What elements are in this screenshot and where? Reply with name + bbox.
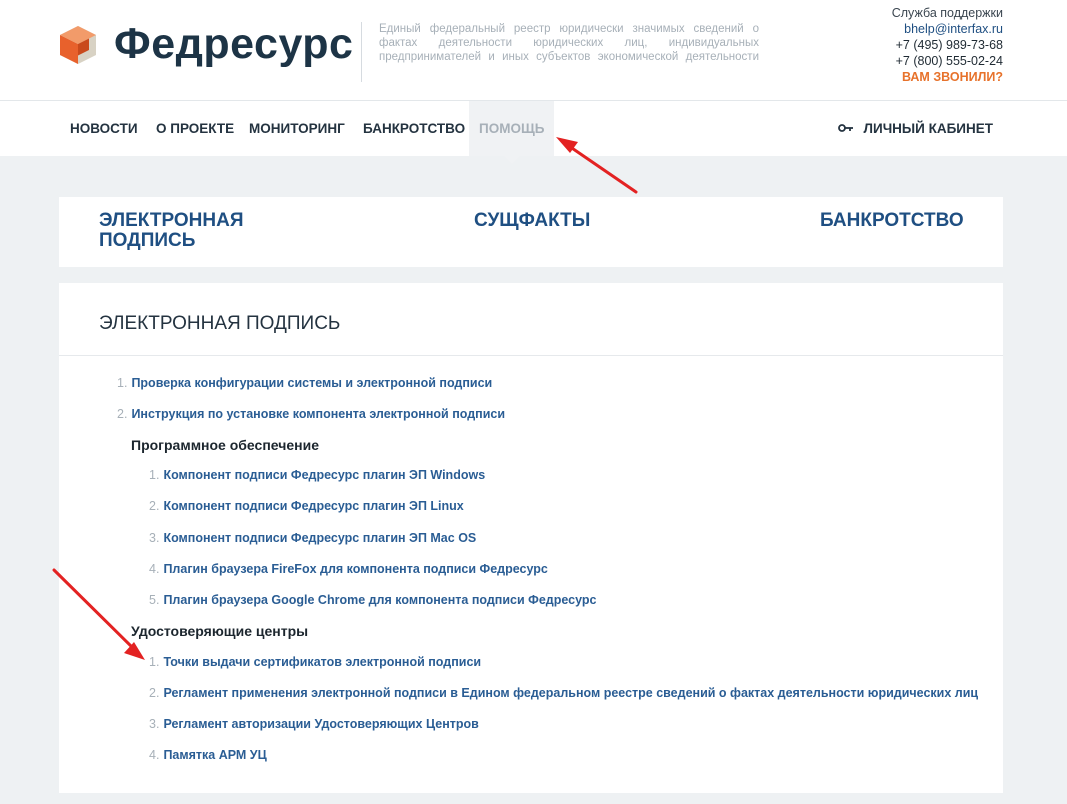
list-link[interactable]: Инструкция по установке компонента элект… (131, 407, 505, 421)
list-number: 2. (149, 499, 160, 513)
support-phone-1[interactable]: +7 (495) 989-73-68 (892, 37, 1003, 53)
nav-item-news[interactable]: НОВОСТИ (70, 101, 138, 156)
list-number: 3. (149, 717, 160, 731)
nav-item-about[interactable]: О ПРОЕКТЕ (156, 101, 234, 156)
help-categories: ЭЛЕКТРОННАЯ ПОДПИСЬ СУЩФАКТЫ БАНКРОТСТВО (59, 197, 1003, 267)
ca-heading: Удостоверяющие центры (131, 623, 309, 639)
category-e-signature[interactable]: ЭЛЕКТРОННАЯ ПОДПИСЬ (99, 211, 259, 251)
list-link[interactable]: Памятка АРМ УЦ (163, 748, 266, 762)
support-block: Служба поддержки bhelp@interfax.ru +7 (4… (892, 5, 1003, 85)
list-number: 2. (149, 686, 160, 700)
logo-cube-icon (60, 25, 96, 64)
personal-cabinet-link[interactable]: ЛИЧНЫЙ КАБИНЕТ (837, 101, 993, 156)
list-link[interactable]: Плагин браузера FireFox для компонента п… (163, 562, 547, 576)
list-link[interactable]: Компонент подписи Федресурс плагин ЭП Ma… (163, 531, 476, 545)
list-link[interactable]: Проверка конфигурации системы и электрон… (131, 376, 492, 390)
list-link[interactable]: Компонент подписи Федресурс плагин ЭП Li… (163, 499, 463, 513)
key-icon (837, 101, 854, 156)
list-item[interactable]: 2. Инструкция по установке компонента эле… (117, 407, 505, 421)
list-item[interactable]: 2. Компонент подписи Федресурс плагин ЭП … (149, 499, 464, 513)
site-header: Федресурс Единый федеральный реестр юрид… (0, 0, 1067, 100)
list-link[interactable]: Регламент авторизации Удостоверяющих Цен… (163, 717, 478, 731)
nav-item-help[interactable]: ПОМОЩЬ (469, 101, 555, 164)
nav-item-monitoring[interactable]: МОНИТОРИНГ (249, 101, 345, 156)
list-item[interactable]: 1. Компонент подписи Федресурс плагин ЭП … (149, 468, 485, 482)
list-item[interactable]: 1. Проверка конфигурации системы и электр… (117, 376, 492, 390)
category-facts[interactable]: СУЩФАКТЫ (474, 211, 590, 231)
list-number: 1. (149, 655, 160, 669)
list-link[interactable]: Регламент применения электронной подписи… (163, 686, 978, 700)
support-phone-2[interactable]: +7 (800) 555-02-24 (892, 53, 1003, 69)
category-bankruptcy[interactable]: БАНКРОТСТВО (820, 211, 964, 231)
nav-item-bankruptcy[interactable]: БАНКРОТСТВО (363, 101, 465, 156)
section-divider (59, 355, 1003, 356)
list-link[interactable]: Точки выдачи сертификатов электронной по… (163, 655, 481, 669)
list-number: 1. (117, 376, 128, 390)
nav-item-help-label: ПОМОЩЬ (479, 121, 545, 136)
list-item[interactable]: 1. Точки выдачи сертификатов электронной … (149, 655, 481, 669)
brand-name: Федресурс (114, 20, 354, 68)
list-item[interactable]: 5. Плагин браузера Google Chrome для комп… (149, 593, 596, 607)
list-item[interactable]: 4. Памятка АРМ УЦ (149, 748, 267, 762)
list-number: 5. (149, 593, 160, 607)
list-item[interactable]: 4. Плагин браузера FireFox для компонента… (149, 562, 548, 576)
support-label: Служба поддержки (891, 6, 1003, 20)
list-number: 1. (149, 468, 160, 482)
e-signature-section: ЭЛЕКТРОННАЯ ПОДПИСЬ 1. Проверка конфигура… (59, 283, 1003, 793)
site-tagline: Единый федеральный реестр юридически зна… (379, 23, 759, 63)
list-item[interactable]: 3. Компонент подписи Федресурс плагин ЭП … (149, 531, 476, 545)
active-caret (503, 156, 520, 164)
list-item[interactable]: 2. Регламент применения электронной подпи… (149, 686, 978, 700)
list-number: 4. (149, 562, 160, 576)
list-number: 2. (117, 407, 128, 421)
header-divider (361, 22, 362, 82)
list-link[interactable]: Компонент подписи Федресурс плагин ЭП Wi… (163, 468, 485, 482)
support-email-link[interactable]: bhelp@interfax.ru (892, 21, 1003, 37)
main-nav: НОВОСТИ О ПРОЕКТЕ МОНИТОРИНГ БАНКРОТСТВО… (0, 100, 1067, 164)
personal-cabinet-label: ЛИЧНЫЙ КАБИНЕТ (863, 121, 993, 136)
section-title: ЭЛЕКТРОННАЯ ПОДПИСЬ (99, 313, 341, 334)
list-number: 4. (149, 748, 160, 762)
list-link[interactable]: Плагин браузера Google Chrome для компон… (163, 593, 596, 607)
callback-link[interactable]: ВАМ ЗВОНИЛИ? (892, 69, 1003, 85)
list-item[interactable]: 3. Регламент авторизации Удостоверяющих Ц… (149, 717, 479, 731)
software-heading: Программное обеспечение (131, 437, 319, 453)
logo[interactable]: Федресурс (58, 20, 353, 69)
list-number: 3. (149, 531, 160, 545)
